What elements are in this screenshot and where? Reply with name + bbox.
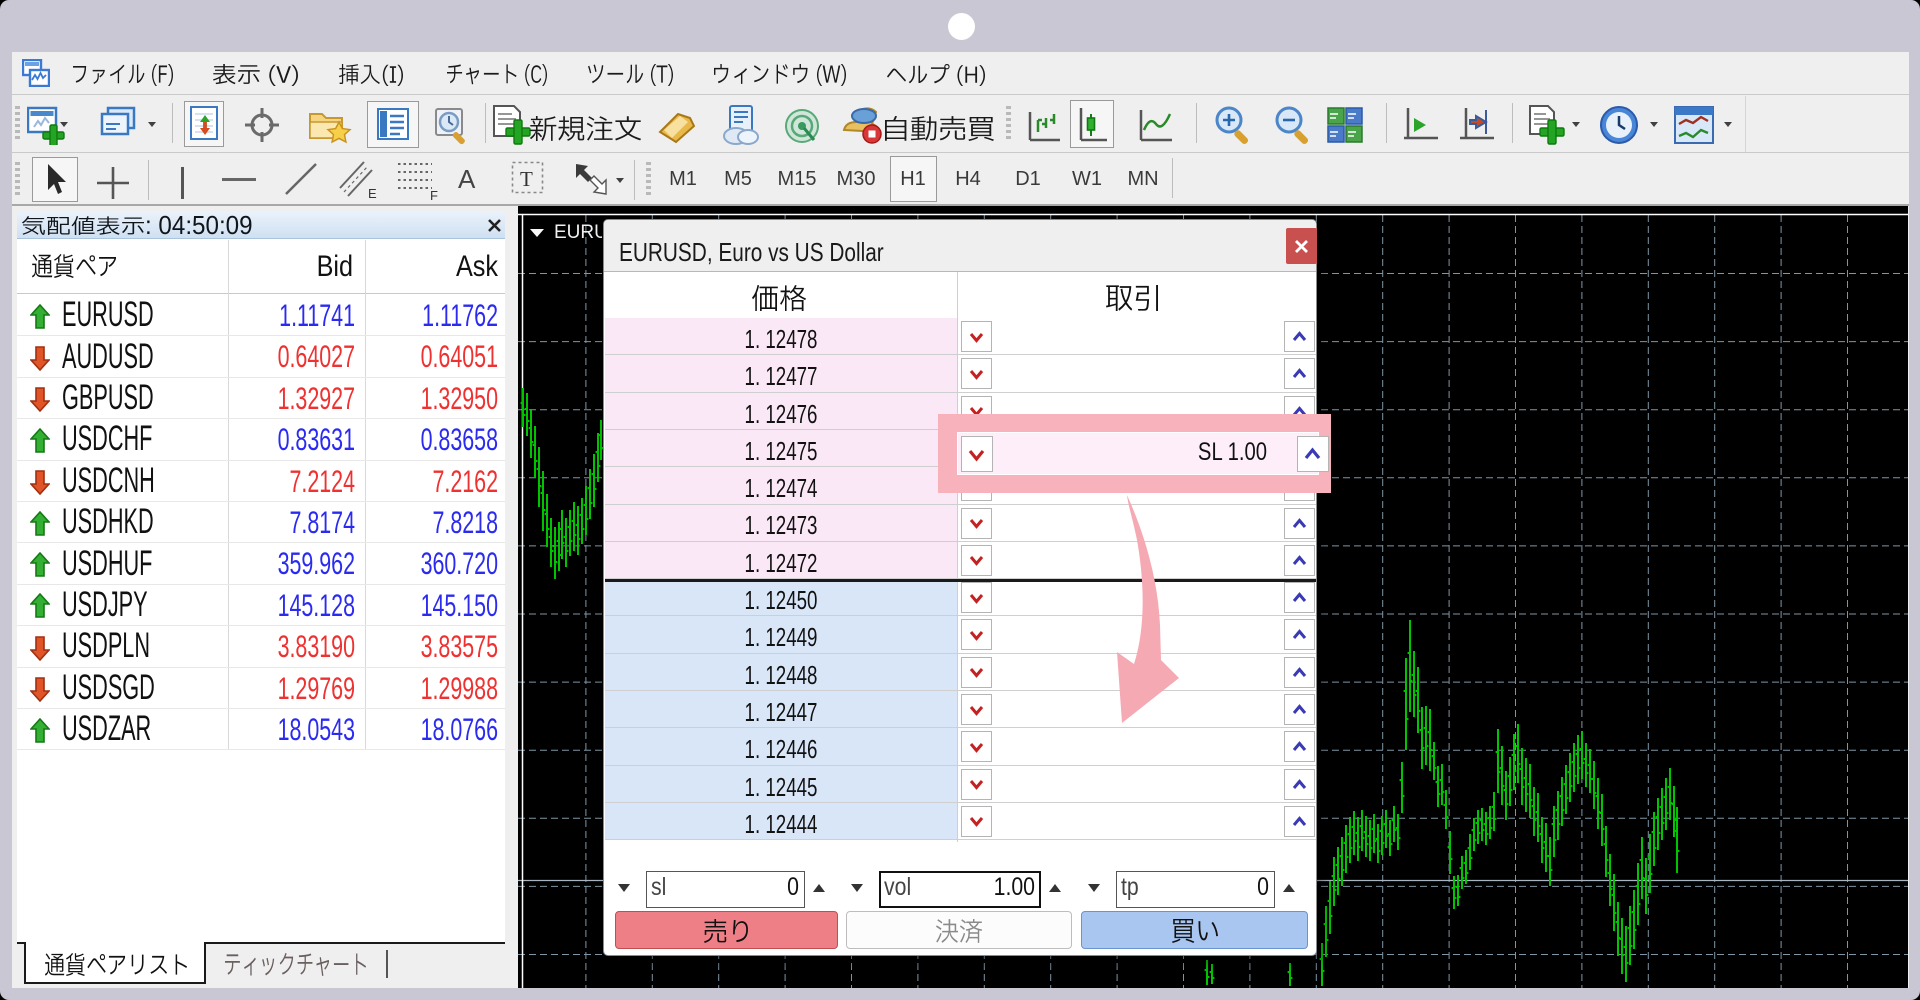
svg-text:E: E (368, 186, 377, 201)
svg-text:T: T (520, 167, 533, 191)
svg-text:F: F (430, 188, 438, 202)
